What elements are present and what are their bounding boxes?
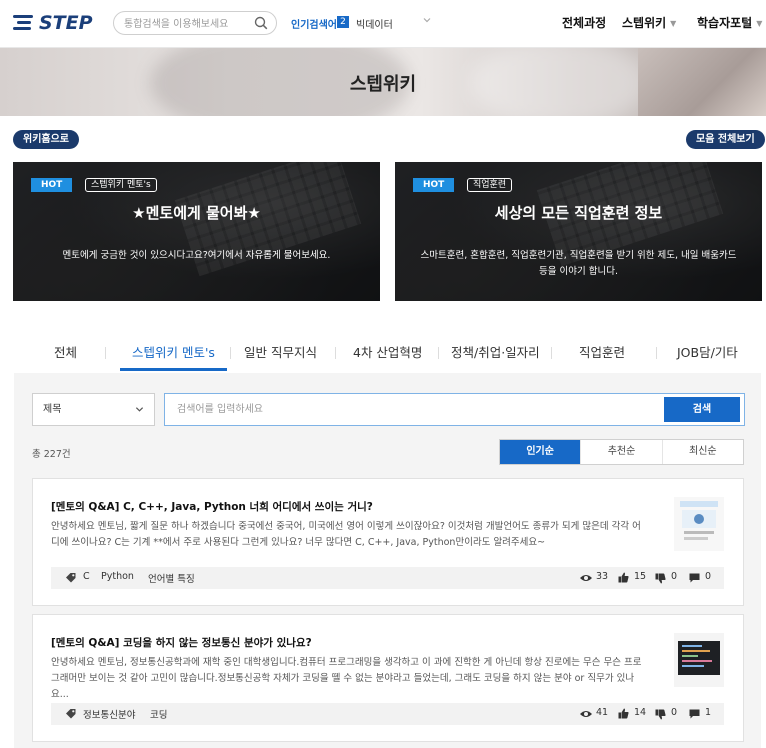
featured-card-training[interactable]: HOT 직업훈련 세상의 모든 직업훈련 정보 스마트훈련, 혼합훈련, 직업훈… [395, 162, 762, 301]
post-title[interactable]: [멘토의 Q&A] C, C++, Java, Python 너희 어디에서 쓰… [51, 499, 373, 514]
card-description-line: 스마트훈련, 혼합훈련, 직업훈련기관, 직업훈련을 받기 위한 제도, 내일 … [420, 250, 737, 261]
logo-mark-icon [13, 12, 35, 34]
post-excerpt-line: 안녕하세요 멘토님, 정보통신공학과에 재학 중인 대학생입니다.컴퓨터 프로그… [51, 657, 642, 668]
hot-badge: HOT [31, 178, 73, 192]
tab-divider [335, 347, 336, 359]
hot-keyword-label: 인기검색어 [291, 20, 337, 31]
eye-icon [580, 575, 592, 581]
card-title: 세상의 모든 직업훈련 정보 [494, 204, 663, 222]
thumbs-down-icon[interactable] [655, 573, 666, 584]
total-count: 총 227건 [32, 449, 71, 460]
menu-step-wiki[interactable]: 스텝위키 ▼ [622, 14, 676, 31]
tab-mentors[interactable]: 스텝위키 멘토's [132, 342, 215, 361]
page-title: 스텝위키 [349, 74, 417, 95]
post-meta-bar: C Python 언어별 특징 33 15 0 0 [51, 567, 724, 589]
card-description-line: 등을 이야기 합니다. [539, 266, 618, 277]
sort-latest[interactable]: 최신순 [663, 440, 743, 464]
tab-divider [438, 347, 439, 359]
query-box [164, 393, 745, 426]
post-excerpt: 안녕하세요 멘토님, 정보통신공학과에 재학 중인 대학생입니다.컴퓨터 프로그… [51, 655, 651, 703]
dislike-count: 0 [671, 707, 678, 718]
tag-c[interactable]: C [83, 571, 90, 582]
list-item[interactable]: [멘토의 Q&A] 코딩을 하지 않는 정보통신 분야가 있나요? 안녕하세요 … [32, 614, 744, 742]
view-all-button[interactable]: 모음 전체보기 [686, 130, 765, 149]
search-button[interactable]: 검색 [664, 397, 740, 422]
eye-icon [580, 711, 592, 717]
hot-badge: HOT [413, 178, 455, 192]
wiki-home-button[interactable]: 위키홈으로 [13, 130, 79, 149]
like-count: 14 [634, 707, 647, 718]
tag-coding[interactable]: 코딩 [150, 707, 167, 721]
chevron-down-icon[interactable] [422, 15, 432, 25]
chevron-down-icon [135, 407, 144, 412]
step-logo[interactable]: STEP [13, 12, 93, 34]
menu-all-courses-label: 전체과정 [562, 16, 607, 30]
menu-all-courses[interactable]: 전체과정 [562, 14, 606, 31]
tab-4th-industrial-revolution[interactable]: 4차 산업혁명 [353, 342, 422, 361]
tab-job-talk-etc[interactable]: JOB담/기타 [677, 342, 738, 361]
tab-divider [230, 347, 231, 359]
tab-vocational-training[interactable]: 직업훈련 [579, 342, 625, 361]
thumbs-up-icon[interactable] [618, 572, 629, 583]
tag-icon [66, 573, 76, 583]
comment-count: 1 [705, 707, 712, 718]
logo-text: STEP [39, 12, 93, 34]
menu-learner-portal[interactable]: 학습자포털 ▼ [697, 14, 762, 31]
category-badge: 스텝위키 멘토's [85, 178, 157, 192]
post-meta-bar: 정보통신분야 코딩 41 14 0 1 [51, 703, 724, 725]
global-search [113, 11, 277, 36]
tag-python[interactable]: Python [101, 571, 134, 582]
post-excerpt: 안녕하세요 멘토님, 짧게 질문 하나 하겠습니다 중국에선 중국어, 미국에선… [51, 519, 651, 551]
tab-job-knowledge[interactable]: 일반 직무지식 [244, 342, 317, 361]
tag-ict-field[interactable]: 정보통신분야 [83, 707, 135, 721]
top-nav: STEP 인기검색어 2 빅데이터 전체과정 스텝위키▼ 학습자포털▼ [0, 0, 766, 48]
search-icon[interactable] [254, 16, 268, 30]
comment-icon[interactable] [689, 709, 700, 719]
menu-learner-portal-label: 학습자포털 [697, 16, 753, 30]
comment-icon[interactable] [689, 573, 700, 583]
card-description: 멘토에게 궁금한 것이 있으시다고요?여기에서 자유롭게 물어보세요. [62, 250, 331, 261]
post-excerpt-line: 안녕하세요 멘토님, 짧게 질문 하나 하겠습니다 중국에선 중국어, 미국에선… [51, 521, 641, 532]
sort-toggle: 인기순 추천순 최신순 [499, 439, 744, 465]
caret-down-icon: ▼ [670, 19, 677, 28]
tab-all[interactable]: 전체 [54, 342, 77, 361]
hot-keyword-rank: 2 [337, 16, 349, 28]
list-item[interactable]: [멘토의 Q&A] C, C++, Java, Python 너희 어디에서 쓰… [32, 478, 744, 606]
post-thumbnail [674, 497, 724, 551]
sort-popular[interactable]: 인기순 [500, 440, 582, 464]
post-thumbnail [674, 633, 724, 687]
tag-icon [66, 709, 76, 719]
view-count: 33 [596, 571, 609, 582]
post-excerpt-line: 디에 쓰이나요? C는 기계 **에서 주로 사용된다 그런게 있나요? 너무 … [51, 537, 546, 548]
tab-divider [656, 347, 657, 359]
category-tabs: 전체 스텝위키 멘토's 일반 직무지식 4차 산업혁명 정책/취업·일자리 직… [0, 335, 766, 371]
dislike-count: 0 [671, 571, 678, 582]
view-count: 41 [596, 707, 609, 718]
tag-language-features[interactable]: 언어별 특징 [148, 571, 195, 585]
tab-divider [105, 347, 106, 359]
post-excerpt-line: 그래머만 보이는 것 같아 고민이 많습니다.정보통신공학 자체가 코딩을 뗄 … [51, 673, 635, 700]
search-field-select[interactable]: 제목 [32, 393, 155, 426]
like-count: 15 [634, 571, 647, 582]
search-field-select-value: 제목 [43, 404, 62, 415]
comment-count: 0 [705, 571, 712, 582]
hot-keyword-link[interactable]: 빅데이터 [356, 16, 393, 31]
featured-card-mentor[interactable]: HOT 스텝위키 멘토's ★멘토에게 물어봐★ 멘토에게 궁금한 것이 있으시… [13, 162, 380, 301]
category-badge: 직업훈련 [467, 178, 513, 192]
hero-banner: 스텝위키 [0, 48, 766, 116]
caret-down-icon: ▼ [756, 19, 763, 28]
card-description: 스마트훈련, 혼합훈련, 직업훈련기관, 직업훈련을 받기 위한 제도, 내일 … [413, 248, 744, 280]
sort-recommended[interactable]: 추천순 [581, 440, 663, 464]
thumbs-down-icon[interactable] [655, 709, 666, 720]
tab-divider [551, 347, 552, 359]
menu-step-wiki-label: 스텝위키 [622, 16, 667, 30]
post-title[interactable]: [멘토의 Q&A] 코딩을 하지 않는 정보통신 분야가 있나요? [51, 635, 312, 650]
card-title: ★멘토에게 물어봐★ [132, 204, 261, 222]
global-search-input[interactable] [124, 13, 254, 36]
thumbs-up-icon[interactable] [618, 708, 629, 719]
tab-policy-jobs[interactable]: 정책/취업·일자리 [451, 342, 540, 361]
query-input[interactable] [165, 394, 645, 425]
active-tab-indicator [120, 368, 227, 371]
